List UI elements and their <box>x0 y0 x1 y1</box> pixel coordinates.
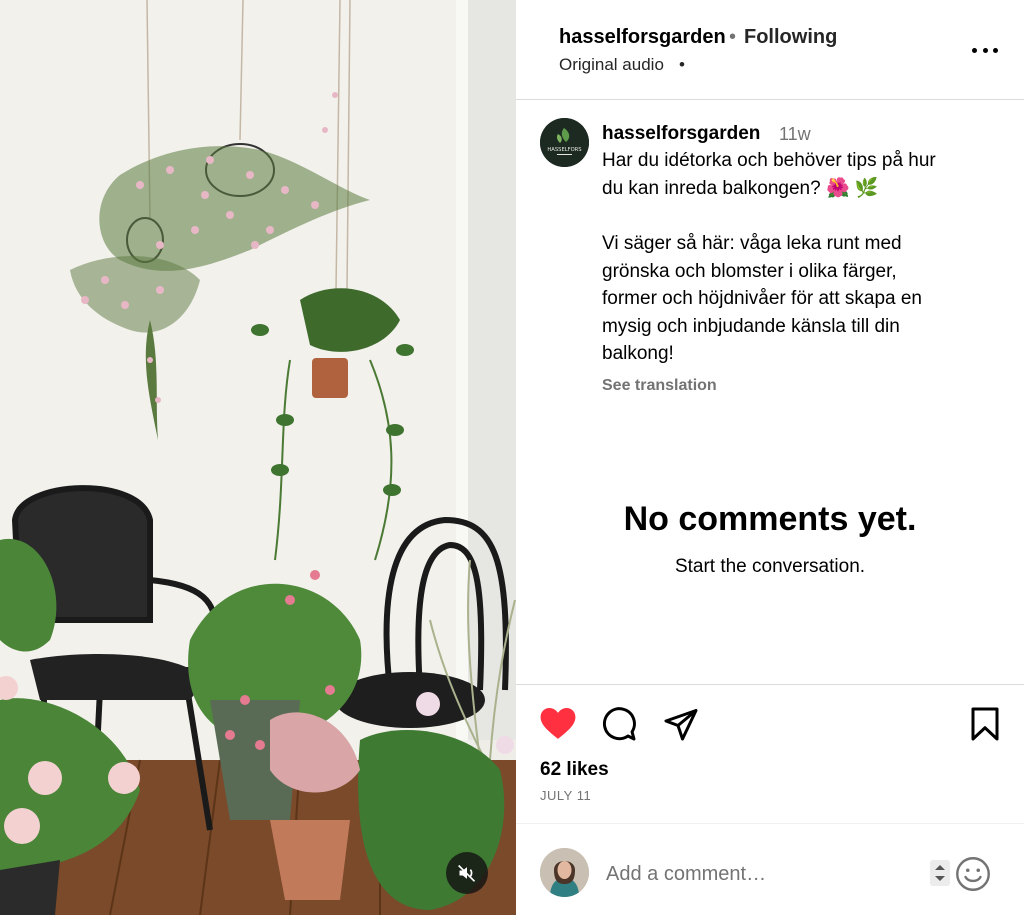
more-icon <box>972 47 977 53</box>
caption-line: Har du idétorka och behöver tips på hur <box>602 150 936 171</box>
post-header: hasselforsgarden • Following Original au… <box>516 0 1024 100</box>
comment-icon <box>602 707 636 741</box>
caption-line: Vi säger så här: våga leka runt med <box>602 233 902 254</box>
caption-line: former och höjdnivåer för att skapa en <box>602 288 923 309</box>
caption-timestamp[interactable]: 11w <box>779 124 811 145</box>
post-media[interactable] <box>0 0 516 915</box>
post-photo <box>0 0 516 915</box>
post-date[interactable]: JULY 11 <box>540 788 591 803</box>
audio-separator: • <box>679 55 685 74</box>
more-icon-dot <box>993 47 998 53</box>
share-icon <box>664 709 698 741</box>
user-photo <box>540 848 589 897</box>
share-button[interactable] <box>663 706 699 747</box>
see-translation-link[interactable]: See translation <box>602 377 717 395</box>
comment-button[interactable] <box>601 706 637 747</box>
post-side-panel: hasselforsgarden • Following Original au… <box>516 0 1024 915</box>
caption-line: mysig och inbjudande känsla till din <box>602 316 900 337</box>
current-user-avatar[interactable] <box>540 848 589 897</box>
caption-line: balkong! <box>602 343 674 364</box>
emoji-icon <box>956 857 990 891</box>
comment-divider <box>516 823 1024 824</box>
no-comments-title: No comments yet. <box>623 500 917 538</box>
header-separator: • <box>729 26 737 48</box>
input-spinner[interactable] <box>930 860 950 886</box>
caption-avatar[interactable]: HASSELFORS <box>540 118 589 167</box>
no-comments-subtitle: Start the conversation. <box>674 556 866 577</box>
following-button[interactable]: Following <box>744 26 837 49</box>
more-options-button[interactable] <box>968 38 1002 62</box>
emoji-picker-button[interactable] <box>955 856 991 897</box>
caption-line: du kan inreda balkongen? 🌺 🌿 <box>602 178 879 199</box>
caption-username-link[interactable]: hasselforsgarden <box>602 123 760 145</box>
actions-divider <box>516 684 1024 685</box>
brand-logo-icon: HASSELFORS <box>540 118 589 167</box>
speaker-muted-icon <box>458 864 476 882</box>
save-button[interactable] <box>967 706 1003 747</box>
header-username-link[interactable]: hasselforsgarden <box>559 26 726 49</box>
original-audio-link[interactable]: Original audio <box>559 55 664 75</box>
comment-input[interactable] <box>606 858 926 890</box>
heart-icon <box>540 707 576 739</box>
like-button[interactable] <box>539 705 577 746</box>
mute-toggle-button[interactable] <box>446 852 488 894</box>
caption-line: grönska och blomster i olika färger, <box>602 261 897 282</box>
bookmark-icon <box>971 707 999 741</box>
more-icon-dot <box>982 47 988 53</box>
likes-count[interactable]: 62 likes <box>540 759 609 781</box>
spinner-arrows-icon <box>935 865 945 881</box>
svg-text:HASSELFORS: HASSELFORS <box>547 147 581 153</box>
